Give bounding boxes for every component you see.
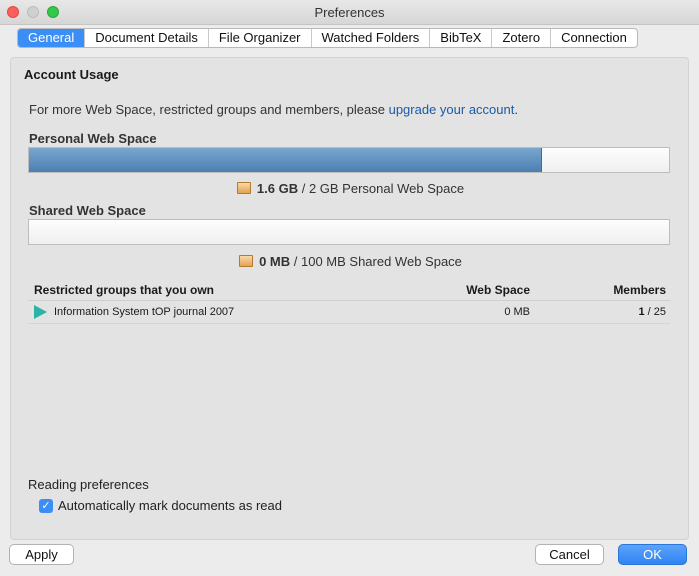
shared-space-label: Shared Web Space <box>29 203 146 218</box>
group-icon <box>34 305 47 319</box>
window-title: Preferences <box>314 5 385 20</box>
group-members-total: / 25 <box>644 306 666 318</box>
tab-file-organizer[interactable]: File Organizer <box>207 29 311 47</box>
header-members: Members <box>613 282 666 297</box>
upgrade-intro: For more Web Space, restricted groups an… <box>29 102 518 117</box>
preferences-tabs: General Document Details File Organizer … <box>17 28 638 48</box>
apply-button[interactable]: Apply <box>9 544 74 565</box>
intro-text: For more Web Space, restricted groups an… <box>29 102 389 117</box>
personal-space-bar-fill <box>29 148 542 172</box>
upgrade-account-link[interactable]: upgrade your account <box>389 102 515 117</box>
tab-connection[interactable]: Connection <box>550 29 637 47</box>
personal-used: 1.6 GB <box>256 181 299 196</box>
header-group-name: Restricted groups that you own <box>34 282 215 297</box>
auto-mark-read-label: Automatically mark documents as read <box>58 498 282 513</box>
group-web-space: 0 MB <box>504 306 530 318</box>
header-web-space: Web Space <box>466 282 530 297</box>
storage-icon <box>236 182 251 194</box>
preferences-window: Preferences General Document Details Fil… <box>0 0 699 576</box>
personal-space-bar <box>28 147 670 173</box>
account-usage-heading: Account Usage <box>24 67 119 82</box>
shared-usage-summary: 0 MB / 100 MB Shared Web Space <box>11 254 690 269</box>
cancel-button[interactable]: Cancel <box>535 544 604 565</box>
table-header: Restricted groups that you own Web Space… <box>28 279 670 301</box>
tab-bibtex[interactable]: BibTeX <box>429 29 491 47</box>
tab-general[interactable]: General <box>18 29 85 47</box>
shared-space-bar <box>28 219 670 245</box>
personal-space-label: Personal Web Space <box>29 131 157 146</box>
auto-mark-read-option[interactable]: ✓ Automatically mark documents as read <box>39 498 282 513</box>
personal-usage-summary: 1.6 GB / 2 GB Personal Web Space <box>11 181 690 196</box>
shared-storage-icon <box>239 255 254 267</box>
general-panel: Account Usage For more Web Space, restri… <box>10 57 689 540</box>
restricted-groups-table: Restricted groups that you own Web Space… <box>28 279 670 324</box>
personal-total: / 2 GB Personal Web Space <box>298 181 465 196</box>
auto-mark-read-checkbox[interactable]: ✓ <box>39 498 53 513</box>
tab-watched-folders[interactable]: Watched Folders <box>310 29 430 47</box>
shared-total: / 100 MB Shared Web Space <box>290 254 462 269</box>
reading-preferences-label: Reading preferences <box>28 477 149 492</box>
tab-document-details[interactable]: Document Details <box>84 29 208 47</box>
title-bar: Preferences <box>0 0 699 25</box>
ok-button[interactable]: OK <box>618 544 687 565</box>
table-row[interactable]: Information System tOP journal 2007 0 MB… <box>28 301 670 324</box>
group-members: 1 / 25 <box>550 306 670 318</box>
tab-zotero[interactable]: Zotero <box>491 29 550 47</box>
shared-used: 0 MB <box>259 254 291 269</box>
intro-period: . <box>514 102 518 117</box>
group-name: Information System tOP journal 2007 <box>54 306 235 318</box>
